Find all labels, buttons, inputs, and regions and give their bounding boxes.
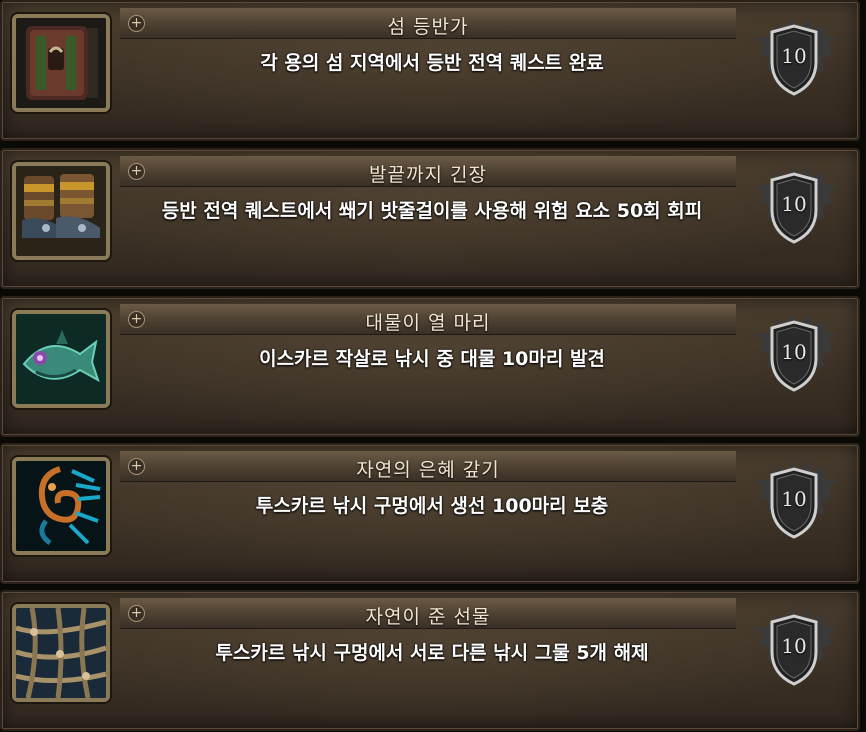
achievement-title: 발끝까지 긴장 (369, 164, 487, 186)
title-bar: + 자연이 준 선물 (120, 598, 736, 629)
points-shield-icon: 10 (746, 18, 842, 108)
achievement-row-ten-big-ones[interactable]: + 대물이 열 마리 이스카르 작살로 낚시 중 대물 10마리 발견 10 (0, 296, 860, 437)
points-shield-icon: 10 (746, 166, 842, 256)
achievement-points: 10 (781, 634, 807, 658)
fish-icon (12, 310, 110, 408)
achievement-points: 10 (781, 44, 807, 68)
achievement-description: 이스카르 작살로 낚시 중 대물 10마리 발견 (259, 348, 605, 370)
boots-icon (12, 162, 110, 260)
achievement-row-island-climber[interactable]: + 섬 등반가 각 용의 섬 지역에서 등반 전역 퀘스트 완료 10 (0, 0, 860, 141)
points-shield-icon: 10 (746, 608, 842, 698)
net-icon (12, 604, 110, 702)
achievement-row-repay-nature[interactable]: + 자연의 은혜 갚기 투스카르 낚시 구멍에서 생선 100마리 보충 10 (0, 443, 860, 584)
achievement-row-on-your-toes[interactable]: + 발끝까지 긴장 등반 전역 퀘스트에서 쐐기 밧줄걸이를 사용해 위험 요소… (0, 148, 860, 289)
title-bar: + 발끝까지 긴장 (120, 156, 736, 187)
achievement-title: 섬 등반가 (387, 16, 469, 38)
achievement-points: 10 (781, 487, 807, 511)
points-shield-icon: 10 (746, 314, 842, 404)
achievement-points: 10 (781, 340, 807, 364)
points-shield-icon: 10 (746, 461, 842, 551)
achievement-description: 투스카르 낚시 구멍에서 생선 100마리 보충 (255, 495, 609, 517)
title-bar: + 섬 등반가 (120, 8, 736, 39)
achievement-points: 10 (781, 192, 807, 216)
achievement-description: 투스카르 낚시 구멍에서 서로 다른 낚시 그물 5개 해제 (215, 642, 649, 664)
achievement-description: 등반 전역 퀘스트에서 쐐기 밧줄걸이를 사용해 위험 요소 50회 회피 (161, 200, 703, 222)
chest-icon (12, 14, 110, 112)
achievement-row-natures-gift[interactable]: + 자연이 준 선물 투스카르 낚시 구멍에서 서로 다른 낚시 그물 5개 해… (0, 590, 860, 731)
title-bar: + 자연의 은혜 갚기 (120, 451, 736, 482)
achievement-list: + 섬 등반가 각 용의 섬 지역에서 등반 전역 퀘스트 완료 10 + 발끝… (0, 0, 866, 732)
achievement-description: 각 용의 섬 지역에서 등반 전역 퀘스트 완료 (260, 52, 604, 74)
achievement-title: 대물이 열 마리 (365, 312, 491, 334)
title-bar: + 대물이 열 마리 (120, 304, 736, 335)
achievement-title: 자연이 준 선물 (365, 606, 491, 628)
swirl-icon (12, 457, 110, 555)
achievement-title: 자연의 은혜 갚기 (356, 459, 500, 481)
